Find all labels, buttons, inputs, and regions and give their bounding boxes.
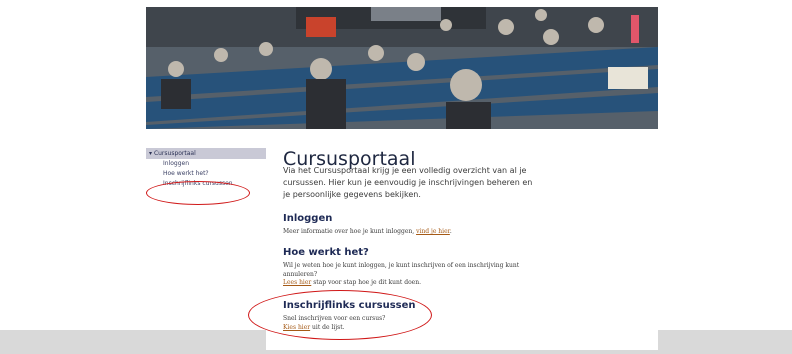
section-text-end: . <box>449 228 452 235</box>
chevron-down-icon: ▾ <box>149 150 153 157</box>
section-text-hoe-werkt-het: Wil je weten hoe je kunt inloggen, je ku… <box>283 262 543 288</box>
sidebar-header[interactable]: ▾ Cursusportaal <box>146 148 266 159</box>
hero-image <box>146 7 658 129</box>
section-text: Meer informatie over hoe je kunt inlogge… <box>283 228 417 235</box>
section-text: Wil je weten hoe je kunt inloggen, je ku… <box>283 262 520 278</box>
annotation-circle-sidebar <box>146 181 250 205</box>
section-heading-inloggen: Inloggen <box>283 213 333 224</box>
sidebar-item-hoe-werkt-het[interactable]: Hoe werkt het? <box>146 169 266 179</box>
link-vind-je-hier[interactable]: vind je hier <box>416 228 450 235</box>
link-lees-hier[interactable]: Lees hier <box>283 279 311 286</box>
sidebar-header-label: Cursusportaal <box>153 150 196 157</box>
section-text-end: stap voor stap hoe je dit kunt doen. <box>311 279 421 286</box>
lecture-hall-photo <box>146 7 658 129</box>
sidebar-item-inloggen[interactable]: Inloggen <box>146 159 266 169</box>
section-text-inloggen: Meer informatie over hoe je kunt inlogge… <box>283 228 543 237</box>
annotation-circle-content <box>248 290 432 340</box>
intro-text: Via het Cursusportaal krijg je een volle… <box>283 166 533 199</box>
section-heading-hoe-werkt-het: Hoe werkt het? <box>283 247 369 258</box>
